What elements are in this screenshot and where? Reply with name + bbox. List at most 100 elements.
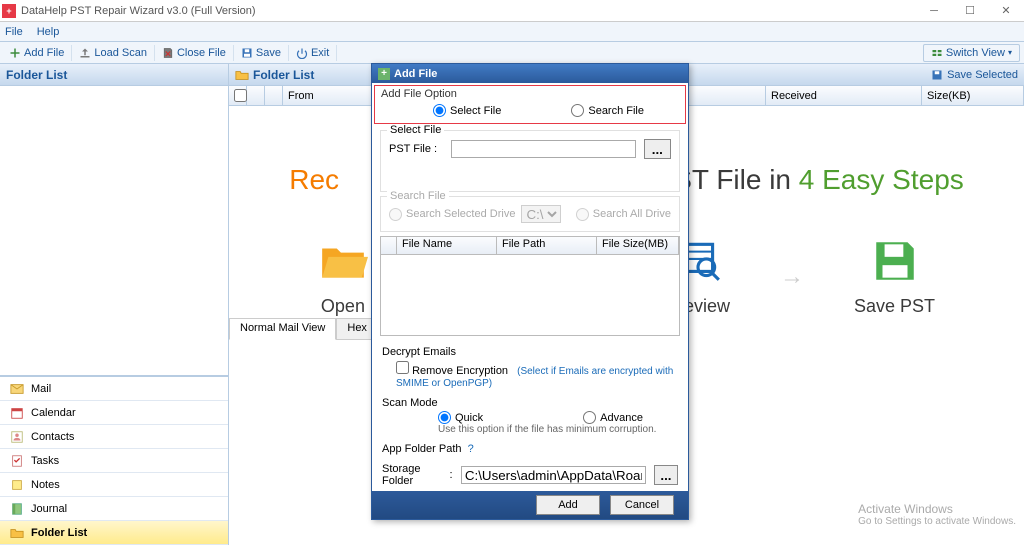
save-label: Save (256, 47, 281, 59)
pst-file-label: PST File : (389, 143, 443, 155)
folder-icon (235, 68, 249, 82)
exit-label: Exit (311, 47, 329, 59)
app-logo: + (2, 4, 16, 18)
minimize-button[interactable]: ─ (916, 0, 952, 22)
menu-help[interactable]: Help (37, 26, 60, 38)
load-scan-button[interactable]: Load Scan (72, 45, 155, 61)
sidebar-header: Folder List (0, 64, 228, 86)
tbl-size-col[interactable]: File Size(MB) (597, 237, 679, 254)
storage-folder-section: Storage Folder : ... (374, 459, 686, 491)
select-file-group: Select File PST File : ... (380, 130, 680, 192)
folder-tree[interactable] (0, 86, 228, 376)
open-folder-icon (318, 236, 368, 286)
nav-folder-list-label: Folder List (31, 527, 87, 539)
save-selected-label: Save Selected (947, 69, 1018, 81)
toolbar: Add File Load Scan Close File Save Exit … (0, 42, 1024, 64)
dialog-title-bar[interactable]: + Add File (372, 64, 688, 83)
sidebar: Folder List Mail Calendar Contacts Tasks… (0, 64, 229, 545)
add-file-button[interactable]: Add File (2, 45, 72, 61)
dropdown-icon: ▾ (1008, 48, 1012, 57)
nav-calendar[interactable]: Calendar (0, 401, 228, 425)
switch-view-button[interactable]: Switch View ▾ (923, 44, 1020, 62)
add-button[interactable]: Add (536, 495, 600, 515)
search-file-group-label: Search File (387, 190, 449, 202)
contacts-icon (10, 430, 24, 444)
close-file-label: Close File (177, 47, 226, 59)
tbl-name-col[interactable]: File Name (397, 237, 497, 254)
save-selected-icon (931, 69, 943, 81)
select-file-group-label: Select File (387, 124, 444, 136)
search-file-group: Search File Search Selected Drive C:\ Se… (380, 196, 680, 232)
scan-mode-section: Scan Mode Quick Advance Use this option … (374, 393, 686, 439)
promo-recover: Rec (289, 164, 339, 195)
activate-windows-watermark: Activate Windows Go to Settings to activ… (858, 502, 1016, 527)
storage-folder-input[interactable] (461, 466, 646, 484)
storage-folder-label: Storage Folder (382, 463, 442, 487)
quick-radio[interactable]: Quick (438, 411, 483, 424)
close-button[interactable]: ✕ (988, 0, 1024, 22)
advance-radio[interactable]: Advance (583, 411, 643, 424)
save-button[interactable]: Save (234, 45, 289, 61)
menu-file[interactable]: File (5, 26, 23, 38)
nav-notes[interactable]: Notes (0, 473, 228, 497)
plus-icon: + (378, 68, 390, 80)
grid-size-col[interactable]: Size(KB) (922, 86, 1024, 105)
nav-folder-list[interactable]: Folder List (0, 521, 228, 545)
app-folder-help[interactable]: ? (468, 443, 474, 455)
menu-bar: File Help (0, 22, 1024, 42)
grid-check-col[interactable] (229, 86, 247, 105)
pst-file-input[interactable] (451, 140, 636, 158)
save-pst-icon (870, 236, 920, 286)
browse-pst-button[interactable]: ... (644, 139, 671, 159)
activate-title: Activate Windows (858, 502, 1016, 516)
app-folder-section: App Folder Path ? (374, 439, 686, 459)
upload-icon (79, 47, 91, 59)
nav-contacts[interactable]: Contacts (0, 425, 228, 449)
switch-view-label: Switch View (946, 47, 1005, 59)
maximize-button[interactable]: ☐ (952, 0, 988, 22)
calendar-icon (10, 406, 24, 420)
nav-notes-label: Notes (31, 479, 60, 491)
nav-tasks-label: Tasks (31, 455, 59, 467)
grid-received-col[interactable]: Received (766, 86, 922, 105)
nav-calendar-label: Calendar (31, 407, 76, 419)
exit-button[interactable]: Exit (289, 45, 337, 61)
nav-mail[interactable]: Mail (0, 377, 228, 401)
nav-journal-label: Journal (31, 503, 67, 515)
nav-journal[interactable]: Journal (0, 497, 228, 521)
activate-sub: Go to Settings to activate Windows. (858, 516, 1016, 527)
switch-view-icon (931, 47, 943, 59)
search-selected-drive-radio: Search Selected Drive (389, 208, 515, 221)
browse-storage-button[interactable]: ... (654, 465, 678, 485)
exit-icon (296, 47, 308, 59)
save-selected-button[interactable]: Save Selected (931, 69, 1018, 81)
select-all-checkbox[interactable] (234, 89, 247, 102)
close-file-button[interactable]: Close File (155, 45, 234, 61)
nav-list: Mail Calendar Contacts Tasks Notes Journ… (0, 376, 228, 545)
cancel-button[interactable]: Cancel (610, 495, 674, 515)
decrypt-emails-label: Decrypt Emails (382, 346, 678, 358)
journal-icon (10, 502, 24, 516)
select-file-radio[interactable]: Select File (433, 104, 501, 117)
add-file-label: Add File (24, 47, 64, 59)
tbl-path-col[interactable]: File Path (497, 237, 597, 254)
tasks-icon (10, 454, 24, 468)
remove-encryption-checkbox[interactable]: Remove Encryption (396, 365, 508, 377)
plus-icon (9, 47, 21, 59)
app-folder-label: App Folder Path (382, 443, 462, 455)
step-save-label: Save PST (854, 296, 935, 317)
dialog-title: Add File (394, 68, 437, 80)
nav-tasks[interactable]: Tasks (0, 449, 228, 473)
step-open: Open (318, 236, 368, 317)
save-icon (241, 47, 253, 59)
tab-normal[interactable]: Normal Mail View (229, 319, 336, 340)
search-file-radio[interactable]: Search File (571, 104, 644, 117)
promo-4steps: 4 Easy Steps (799, 164, 964, 195)
step-save: Save PST (854, 236, 935, 317)
decrypt-section: Decrypt Emails Remove Encryption (Select… (374, 342, 686, 393)
title-bar: + DataHelp PST Repair Wizard v3.0 (Full … (0, 0, 1024, 22)
tbl-check-col (381, 237, 397, 254)
step-open-label: Open (321, 296, 365, 317)
add-file-option-group: Add File Option Select File Search File (374, 85, 686, 124)
search-all-drive-radio: Search All Drive (576, 208, 671, 221)
